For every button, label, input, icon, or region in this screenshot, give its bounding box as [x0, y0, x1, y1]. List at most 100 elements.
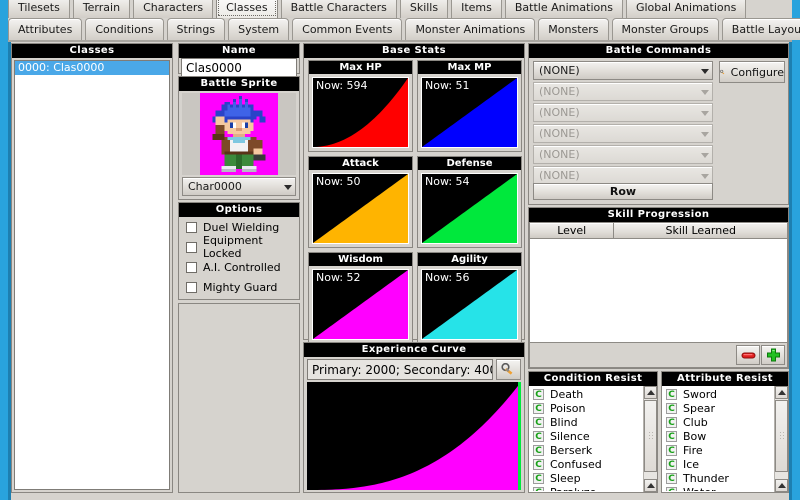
- resist-item[interactable]: C Bow: [663, 429, 773, 443]
- stat-panel-attack: Attack Now: 50: [308, 156, 413, 248]
- tab-monster-animations[interactable]: Monster Animations: [405, 18, 536, 40]
- option-a-i-controlled[interactable]: A.I. Controlled: [179, 257, 299, 277]
- checkbox-icon[interactable]: [186, 221, 197, 233]
- battle-command-slot-value: (NONE): [539, 85, 580, 98]
- stat-title: Wisdom: [309, 253, 412, 266]
- resist-item[interactable]: C Spear: [663, 401, 773, 415]
- add-icon: [766, 348, 780, 361]
- resist-item-label: Confused: [550, 457, 602, 471]
- resist-item[interactable]: C Sword: [663, 387, 773, 401]
- condition-resist-scrollbar[interactable]: [643, 386, 657, 492]
- tab-terrain[interactable]: Terrain: [72, 0, 131, 18]
- checkbox-icon[interactable]: [186, 281, 197, 293]
- stat-title: Attack: [309, 157, 412, 170]
- battle-command-slot-5: (NONE): [533, 145, 713, 164]
- battle-sprite-select[interactable]: Char0000: [182, 177, 296, 196]
- resist-item[interactable]: C Fire: [663, 443, 773, 457]
- skill-progression-panel-title: Skill Progression: [529, 208, 788, 222]
- resist-item[interactable]: C Berserk: [530, 443, 642, 457]
- stat-panel-wisdom: Wisdom Now: 52: [308, 252, 413, 344]
- attribute-resist-list[interactable]: CSwordCSpearCClubCBowCFireCIceCThunderCW…: [663, 387, 773, 491]
- tab-battle-characters[interactable]: Battle Characters: [280, 0, 397, 18]
- battle-command-slot-2: (NONE): [533, 82, 713, 101]
- tab-monster-groups[interactable]: Monster Groups: [611, 18, 719, 40]
- resist-item[interactable]: C Club: [663, 415, 773, 429]
- classes-listbox[interactable]: 0000: Clas0000: [14, 60, 170, 490]
- scroll-up-button[interactable]: [775, 386, 788, 399]
- attribute-resist-scrollbar[interactable]: [774, 386, 788, 492]
- tab-items[interactable]: Items: [451, 0, 502, 18]
- tab-attributes[interactable]: Attributes: [8, 18, 83, 40]
- sprite-preview-frame: [182, 93, 296, 175]
- tab-common-events[interactable]: Common Events: [292, 18, 403, 40]
- stat-value-label: Now: 54: [425, 175, 470, 188]
- stat-graph: Now: 52: [312, 269, 409, 340]
- resist-item[interactable]: C Water: [663, 485, 773, 491]
- condition-resist-list[interactable]: C Death C Poison C Blind C Silence C Berserk C Conf…: [530, 387, 642, 491]
- condition-icon: C: [533, 444, 544, 456]
- tab-battle-animations[interactable]: Battle Animations: [504, 0, 623, 18]
- experience-curve-configure-button[interactable]: [496, 359, 521, 380]
- name-panel: Name Clas0000: [178, 43, 300, 77]
- name-input[interactable]: Clas0000: [181, 58, 297, 77]
- skill-progression-add-button[interactable]: [761, 345, 785, 365]
- tab-system[interactable]: System: [228, 18, 290, 40]
- scroll-thumb[interactable]: [775, 400, 788, 472]
- scroll-up-button[interactable]: [644, 386, 657, 399]
- battle-commands-configure-button[interactable]: Configure: [719, 61, 785, 83]
- resist-item[interactable]: C Blind: [530, 415, 642, 429]
- experience-curve-plot: [307, 382, 521, 490]
- condition-icon: C: [533, 486, 544, 491]
- resist-item[interactable]: C Death: [530, 387, 642, 401]
- tab-tilesets[interactable]: Tilesets: [8, 0, 70, 18]
- chevron-down-icon: [701, 68, 709, 74]
- base-stats-panel: Base Stats Max HP Now: 594 Max MP Now: 51 At…: [303, 43, 525, 344]
- resist-item-label: Death: [550, 387, 584, 401]
- skill-progression-remove-button[interactable]: [736, 345, 760, 365]
- condition-icon: C: [533, 430, 544, 442]
- resist-item[interactable]: C Sleep: [530, 471, 642, 485]
- battle-commands-row-label: Row: [609, 185, 637, 198]
- resist-item[interactable]: C Thunder: [663, 471, 773, 485]
- column-header-level[interactable]: Level: [529, 222, 615, 239]
- battle-command-slot-4: (NONE): [533, 124, 713, 143]
- option-label: Duel Wielding: [203, 220, 280, 234]
- tab-strings[interactable]: Strings: [166, 18, 226, 40]
- checkbox-icon[interactable]: [186, 241, 197, 253]
- condition-icon: C: [533, 416, 544, 428]
- scroll-thumb[interactable]: [644, 400, 657, 472]
- resist-item[interactable]: C Ice: [663, 457, 773, 471]
- battle-sprite-image: [200, 93, 278, 175]
- tab-classes[interactable]: Classes: [216, 0, 278, 18]
- battle-commands-configure-label: Configure: [730, 65, 784, 79]
- stat-panel-max-mp: Max MP Now: 51: [417, 60, 522, 152]
- battle-command-slot-value: (NONE): [539, 148, 580, 161]
- option-equipment-locked[interactable]: Equipment Locked: [179, 234, 299, 260]
- tab-characters[interactable]: Characters: [133, 0, 214, 18]
- stat-title: Max MP: [418, 61, 521, 74]
- condition-icon: C: [666, 444, 677, 456]
- option-mighty-guard[interactable]: Mighty Guard: [179, 277, 299, 297]
- tab-conditions[interactable]: Conditions: [85, 18, 164, 40]
- scroll-down-button[interactable]: [775, 479, 788, 492]
- condition-icon: C: [666, 430, 677, 442]
- battle-commands-row-button[interactable]: Row: [533, 183, 713, 200]
- tab-global-animations[interactable]: Global Animations: [625, 0, 747, 18]
- column-header-skill-learned[interactable]: Skill Learned: [614, 222, 788, 239]
- battle-command-slot-1[interactable]: (NONE): [533, 61, 713, 80]
- list-item[interactable]: 0000: Clas0000: [15, 61, 169, 75]
- resist-item[interactable]: C Paralyze: [530, 485, 642, 491]
- tab-skills[interactable]: Skills: [399, 0, 449, 18]
- app-window: Tilesets Terrain Characters Classes Battle C…: [0, 0, 800, 500]
- resist-item[interactable]: C Poison: [530, 401, 642, 415]
- tab-battle-layout[interactable]: Battle Layout: [721, 18, 800, 40]
- resist-item[interactable]: C Silence: [530, 429, 642, 443]
- option-label: Equipment Locked: [203, 234, 263, 260]
- condition-resist-panel: Condition Resist C Death C Poison C Blind C Sil…: [528, 371, 658, 493]
- checkbox-icon[interactable]: [186, 261, 197, 273]
- resist-item-label: Blind: [550, 415, 578, 429]
- resist-item[interactable]: C Confused: [530, 457, 642, 471]
- tab-monsters[interactable]: Monsters: [538, 18, 609, 40]
- skill-progression-rows[interactable]: [529, 239, 788, 343]
- scroll-down-button[interactable]: [644, 479, 657, 492]
